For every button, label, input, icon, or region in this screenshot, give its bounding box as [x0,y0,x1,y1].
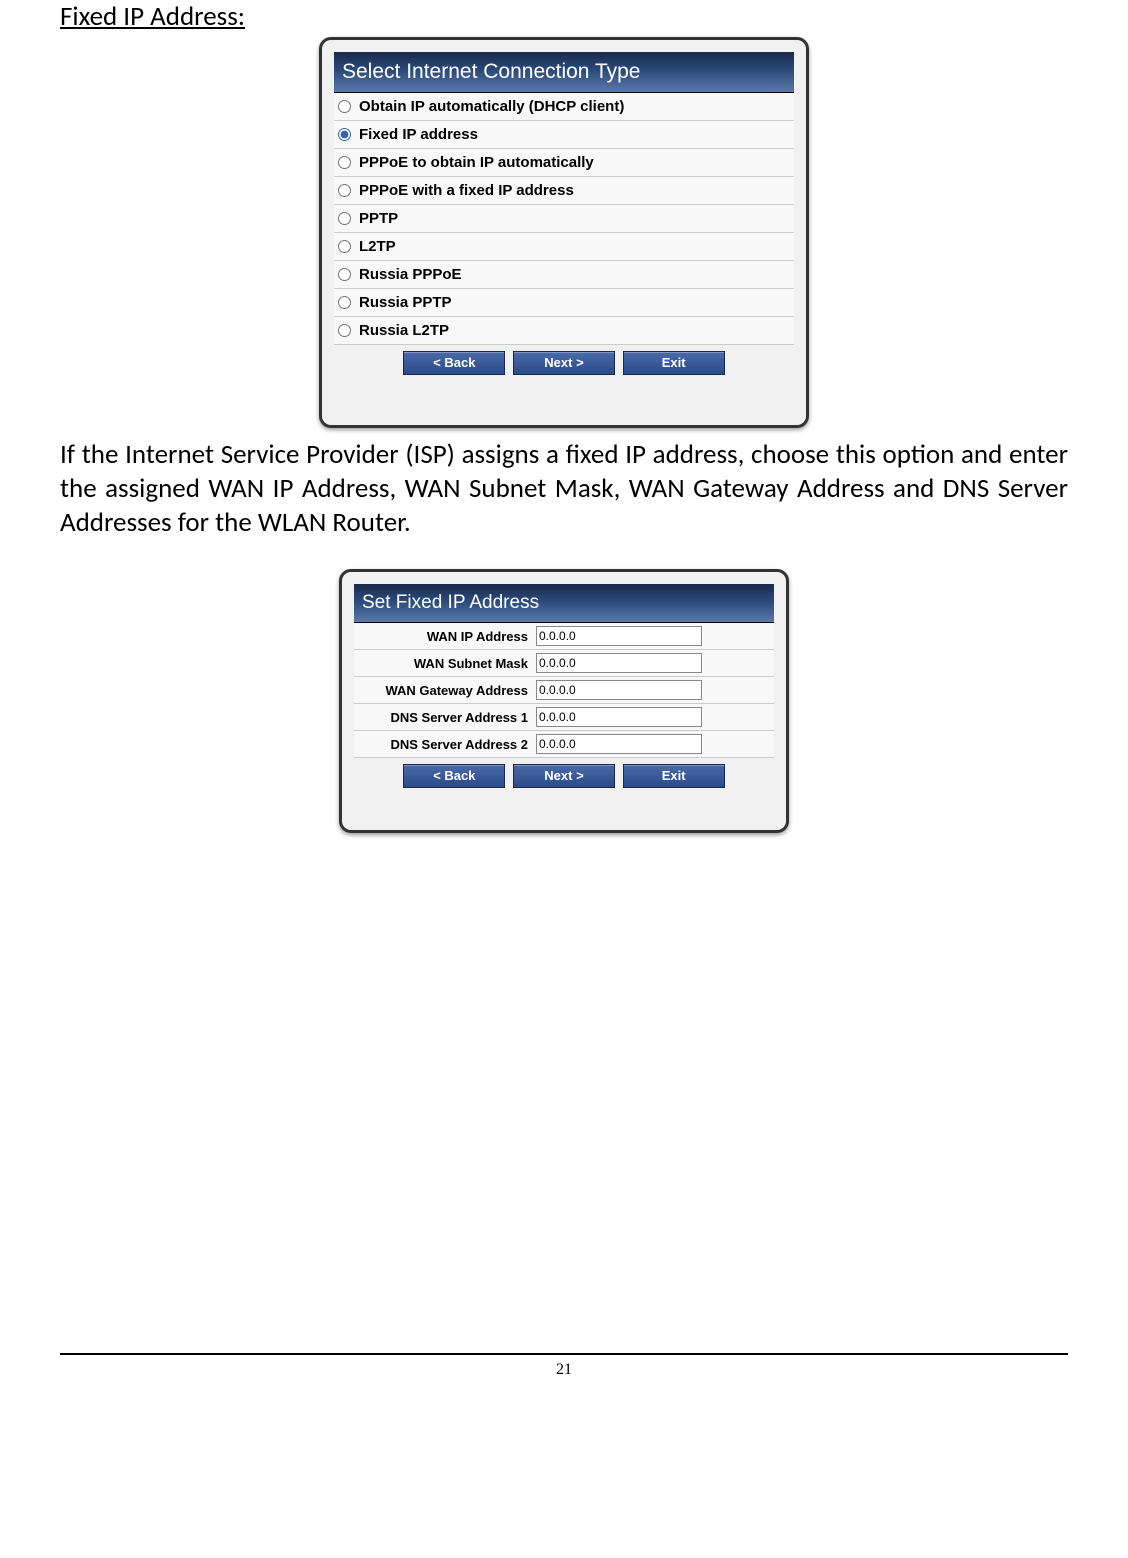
field-dns1: DNS Server Address 1 [354,704,774,731]
next-button[interactable]: Next > [513,764,615,788]
radio-label: Russia PPPoE [359,266,462,283]
radio-option-russia-l2tp[interactable]: Russia L2TP [334,317,794,345]
fixed-ip-form: WAN IP Address WAN Subnet Mask WAN Gatew… [354,623,774,758]
radio-label: Russia L2TP [359,322,449,339]
connection-type-list: Obtain IP automatically (DHCP client) Fi… [334,93,794,345]
field-wan-gateway: WAN Gateway Address [354,677,774,704]
radio-label: Russia PPTP [359,294,452,311]
field-label: DNS Server Address 1 [358,710,536,725]
connection-type-panel: Select Internet Connection Type Obtain I… [319,37,809,428]
field-wan-subnet: WAN Subnet Mask [354,650,774,677]
dns1-input[interactable] [536,707,702,727]
radio-input[interactable] [338,100,351,113]
radio-option-pppoe-fixed[interactable]: PPPoE with a fixed IP address [334,177,794,205]
radio-option-l2tp[interactable]: L2TP [334,233,794,261]
radio-input[interactable] [338,268,351,281]
radio-input[interactable] [338,212,351,225]
radio-input[interactable] [338,240,351,253]
radio-option-russia-pptp[interactable]: Russia PPTP [334,289,794,317]
radio-input[interactable] [338,156,351,169]
radio-option-dhcp[interactable]: Obtain IP automatically (DHCP client) [334,93,794,121]
field-wan-ip: WAN IP Address [354,623,774,650]
back-button[interactable]: < Back [403,351,505,375]
radio-label: Fixed IP address [359,126,478,143]
radio-input[interactable] [338,184,351,197]
panel-title: Set Fixed IP Address [354,584,774,623]
radio-option-pptp[interactable]: PPTP [334,205,794,233]
field-label: WAN Subnet Mask [358,656,536,671]
radio-label: PPPoE with a fixed IP address [359,182,574,199]
page-number: 21 [556,1361,572,1378]
panel-title: Select Internet Connection Type [334,52,794,93]
wan-ip-input[interactable] [536,626,702,646]
radio-option-russia-pppoe[interactable]: Russia PPPoE [334,261,794,289]
next-button[interactable]: Next > [513,351,615,375]
fixed-ip-panel: Set Fixed IP Address WAN IP Address WAN … [339,569,789,833]
button-bar: < Back Next > Exit [334,345,794,379]
radio-label: PPTP [359,210,398,227]
radio-option-fixed-ip[interactable]: Fixed IP address [334,121,794,149]
radio-input[interactable] [338,296,351,309]
field-dns2: DNS Server Address 2 [354,731,774,758]
section-heading: Fixed IP Address: [60,0,1068,33]
exit-button[interactable]: Exit [623,764,725,788]
dns2-input[interactable] [536,734,702,754]
radio-label: L2TP [359,238,396,255]
radio-input[interactable] [338,324,351,337]
connection-type-figure: Select Internet Connection Type Obtain I… [60,37,1068,428]
exit-button[interactable]: Exit [623,351,725,375]
page-footer: 21 [60,1353,1068,1379]
wan-subnet-input[interactable] [536,653,702,673]
radio-option-pppoe-auto[interactable]: PPPoE to obtain IP automatically [334,149,794,177]
radio-label: Obtain IP automatically (DHCP client) [359,98,624,115]
wan-gateway-input[interactable] [536,680,702,700]
field-label: DNS Server Address 2 [358,737,536,752]
field-label: WAN IP Address [358,629,536,644]
back-button[interactable]: < Back [403,764,505,788]
radio-input[interactable] [338,128,351,141]
button-bar: < Back Next > Exit [354,758,774,792]
field-label: WAN Gateway Address [358,683,536,698]
radio-label: PPPoE to obtain IP automatically [359,154,594,171]
body-paragraph: If the Internet Service Provider (ISP) a… [60,438,1068,539]
fixed-ip-figure: Set Fixed IP Address WAN IP Address WAN … [60,569,1068,833]
